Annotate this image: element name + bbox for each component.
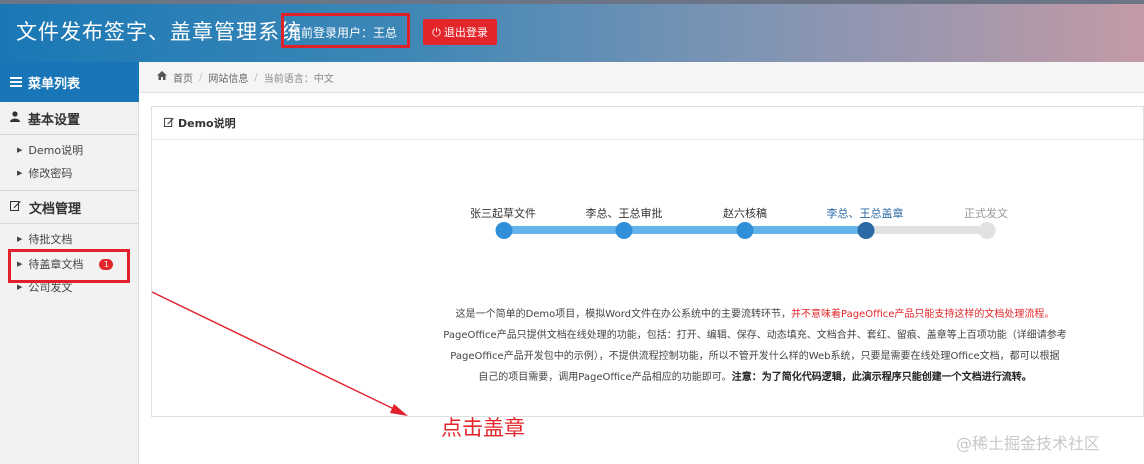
description-note: 注意：为了简化代码逻辑，此演示程序只能创建一个文档进行流转。	[731, 372, 1032, 383]
caret-right-icon: ▶	[17, 146, 23, 154]
section-title: 基本设置	[28, 113, 81, 128]
sidebar-menu-header[interactable]: 菜单列表	[0, 62, 139, 102]
user-icon	[10, 111, 20, 126]
description-line-2: PageOffice产品只提供文档在线处理的功能，包括：打开、编辑、保存、动态填…	[443, 330, 1067, 341]
description-warning: 并不意味着PageOffice产品只能支持这样的文档处理流程。	[791, 309, 1055, 320]
breadcrumb-separator: /	[199, 71, 203, 83]
breadcrumb-site-info[interactable]: 网站信息	[208, 70, 248, 85]
logout-label: 退出登录	[443, 26, 488, 39]
breadcrumb-separator: /	[254, 71, 258, 83]
sidebar-menu-title: 菜单列表	[28, 76, 81, 92]
power-icon: ⏻	[432, 25, 441, 39]
annotation-text: 点击盖章	[441, 416, 525, 440]
sidebar-section-document-management[interactable]: 文档管理	[0, 192, 139, 223]
sidebar-item-pending-approval[interactable]: ▶ 待批文档	[0, 228, 139, 250]
demo-description: 这是一个简单的Demo项目，模拟Word文件在办公系统中的主要流转环节，并不意味…	[400, 304, 1110, 388]
breadcrumb-home[interactable]: 首页	[173, 70, 193, 85]
watermark: @稀土掘金技术社区	[956, 434, 1101, 453]
breadcrumb-language: 当前语言：中文	[263, 73, 334, 85]
description-text: 这是一个简单的Demo项目，模拟Word文件在办公系统中的主要流转环节，	[455, 309, 791, 320]
caret-right-icon: ▶	[17, 283, 23, 291]
caret-right-icon: ▶	[17, 235, 23, 243]
header-top-line	[0, 0, 1144, 4]
description-line-4: 自己的项目需要，调用PageOffice产品相应的功能即可。注意：为了简化代码逻…	[400, 367, 1110, 388]
breadcrumb: 首页 / 网站信息 / 当前语言：中文	[139, 62, 1144, 93]
section-divider	[0, 190, 139, 191]
home-icon	[157, 71, 167, 83]
current-user-label: 当前登录用户：王总	[289, 26, 398, 40]
pending-seal-highlight-box	[8, 249, 130, 283]
edit-icon	[164, 117, 174, 130]
app-title: 文件发布签字、盖章管理系统	[16, 20, 302, 44]
description-line-1: 这是一个简单的Demo项目，模拟Word文件在办公系统中的主要流转环节，并不意味…	[400, 304, 1110, 325]
logout-button[interactable]: ⏻ 退出登录	[423, 19, 497, 45]
sidebar-item-change-password[interactable]: ▶ 修改密码	[0, 162, 139, 184]
sidebar-item-label: Demo说明	[28, 144, 84, 157]
caret-right-icon: ▶	[17, 169, 23, 177]
section-title: 文档管理	[29, 202, 82, 217]
sidebar-item-label: 修改密码	[28, 167, 73, 180]
panel-header: Demo说明	[152, 107, 1143, 140]
description-text: 自己的项目需要，调用PageOffice产品相应的功能即可。	[478, 372, 732, 383]
menu-bars-icon	[10, 77, 22, 87]
panel-title: Demo说明	[178, 117, 236, 130]
section-divider	[0, 223, 139, 224]
section-divider	[0, 134, 139, 135]
sidebar-item-demo-info[interactable]: ▶ Demo说明	[0, 139, 139, 161]
description-line-3: PageOffice产品开发包中的示例），不提供流程控制功能，所以不管开发什么样…	[450, 351, 1060, 362]
sidebar-item-label: 待批文档	[28, 233, 73, 246]
edit-icon	[10, 200, 21, 215]
sidebar-section-basic-settings[interactable]: 基本设置	[0, 103, 139, 134]
